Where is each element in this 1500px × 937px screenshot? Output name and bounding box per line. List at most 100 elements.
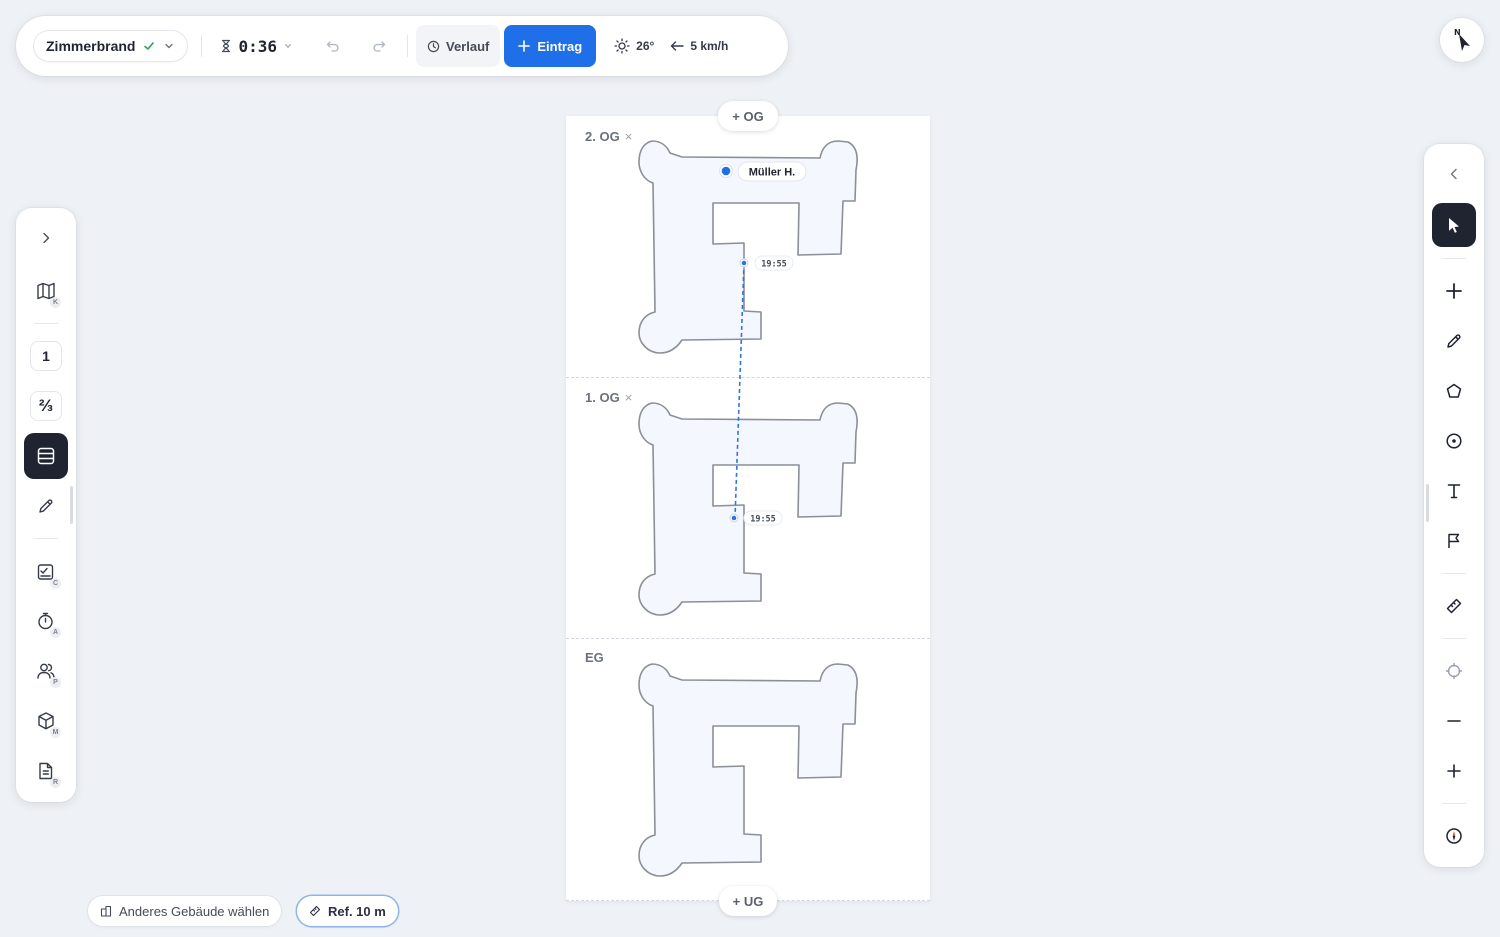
ruler-icon: [309, 905, 321, 917]
measure-tool-button[interactable]: [1432, 584, 1476, 628]
waypoint-marker-upper[interactable]: 19:55: [739, 255, 794, 271]
view-split-label: ⅔: [31, 392, 61, 420]
chevron-left-icon: [1450, 168, 1457, 180]
wind-arrow-icon: [670, 40, 685, 52]
view-single-label: 1: [31, 342, 61, 370]
polygon-icon: [1446, 383, 1462, 398]
reference-scale-button[interactable]: Ref. 10 m: [297, 896, 398, 926]
wind-value: 5 km/h: [690, 39, 729, 53]
plus-icon: [518, 40, 531, 52]
waypoint-time: 19:55: [761, 260, 787, 270]
top-toolbar: Zimmerbrand 0:36 Verlauf Eintrag 26° 5 k…: [16, 16, 788, 76]
crosshair-icon: [1445, 662, 1463, 680]
hourglass-icon: [220, 39, 232, 53]
sun-icon: [614, 38, 630, 54]
history-label: Verlauf: [446, 38, 490, 54]
right-toolbar: [1424, 144, 1484, 867]
check-icon: [143, 40, 155, 52]
person-name: Müller H.: [749, 167, 795, 179]
zoom-in-button[interactable]: [1432, 749, 1476, 793]
toolbar-divider: [1442, 573, 1466, 574]
checklist-button[interactable]: C: [26, 552, 66, 592]
chevron-right-icon: [43, 232, 50, 244]
shortcut-badge: K: [50, 297, 61, 308]
toolbar-divider: [201, 35, 203, 57]
building-outline-1og[interactable]: [638, 402, 858, 616]
entry-label: Eintrag: [537, 38, 583, 54]
floor-plan-drawing[interactable]: Müller H. 19:55 19:55: [566, 116, 930, 901]
report-button[interactable]: R: [26, 751, 66, 791]
material-button[interactable]: M: [26, 701, 66, 741]
undo-icon: [326, 41, 339, 52]
timers-button[interactable]: A: [26, 601, 66, 641]
plus-icon: [1447, 764, 1461, 778]
timer-value: 0:36: [238, 36, 277, 56]
pencil-icon: [39, 499, 53, 513]
flag-icon: [1448, 533, 1460, 548]
weather-info[interactable]: 26° 5 km/h: [614, 38, 728, 54]
add-entry-button[interactable]: Eintrag: [504, 25, 597, 67]
locate-button[interactable]: [1432, 649, 1476, 693]
change-building-label: Anderes Gebäude wählen: [119, 903, 270, 919]
shortcut-badge: R: [50, 777, 61, 788]
add-floor-above-button[interactable]: + OG: [718, 101, 778, 131]
sidebar-scroll-handle[interactable]: [70, 486, 73, 524]
view-single-floor-button[interactable]: 1: [26, 336, 66, 376]
plus-icon: [1446, 283, 1462, 299]
add-symbol-button[interactable]: [1432, 269, 1476, 313]
sidebar-divider: [34, 323, 58, 324]
undo-button[interactable]: [319, 32, 347, 60]
shortcut-badge: P: [50, 677, 61, 688]
history-button[interactable]: Verlauf: [416, 25, 501, 67]
north-arrow-icon: N: [1454, 28, 1470, 51]
circle-tool-button[interactable]: [1432, 419, 1476, 463]
reference-scale-label: Ref. 10 m: [328, 903, 386, 919]
add-floor-below-button[interactable]: + UG: [719, 886, 777, 916]
toolbar-divider: [407, 35, 408, 57]
mission-timer[interactable]: 0:36: [220, 37, 293, 56]
minus-icon: [1447, 720, 1461, 722]
layers-icon: [37, 447, 55, 465]
persons-button[interactable]: P: [26, 651, 66, 691]
freehand-tool-button[interactable]: [1432, 319, 1476, 363]
floor-plan-sheet[interactable]: 2. OG × 1. OG × EG Müller H. 19:55 19:55: [566, 116, 930, 901]
compass-icon: [1446, 828, 1462, 844]
toolbar-divider: [1442, 258, 1466, 259]
expand-sidebar-button[interactable]: [26, 218, 66, 258]
redo-button[interactable]: [365, 32, 393, 60]
toolbar-scroll-handle[interactable]: [1426, 484, 1429, 522]
map-button[interactable]: K: [26, 271, 66, 311]
change-building-button[interactable]: Anderes Gebäude wählen: [88, 896, 282, 926]
circle-icon: [1446, 433, 1462, 449]
compass-button[interactable]: N: [1440, 18, 1484, 62]
add-floor-above-label: + OG: [732, 108, 764, 124]
building-icon: [100, 905, 112, 917]
flag-tool-button[interactable]: [1432, 519, 1476, 563]
redo-icon: [373, 41, 386, 52]
reset-north-button[interactable]: [1432, 814, 1476, 858]
chevron-down-icon: [283, 41, 293, 51]
zoom-out-button[interactable]: [1432, 699, 1476, 743]
chevron-down-icon: [163, 40, 175, 52]
scenario-selector[interactable]: Zimmerbrand: [34, 31, 187, 61]
shortcut-badge: A: [50, 627, 61, 638]
text-icon: [1447, 484, 1461, 499]
text-tool-button[interactable]: [1432, 469, 1476, 513]
cursor-icon: [1449, 218, 1459, 233]
collapse-toolbar-button[interactable]: [1432, 152, 1476, 196]
draw-button[interactable]: [26, 486, 66, 526]
view-stacked-button[interactable]: [24, 433, 68, 479]
left-sidebar: K 1 ⅔ C A P M R: [16, 208, 76, 802]
add-floor-below-label: + UG: [732, 893, 764, 909]
toolbar-divider: [1442, 638, 1466, 639]
clock-icon: [427, 40, 440, 53]
temperature-value: 26°: [636, 39, 655, 53]
waypoint-time: 19:55: [750, 515, 776, 525]
building-outline-eg[interactable]: [638, 663, 858, 877]
polygon-tool-button[interactable]: [1432, 369, 1476, 413]
toolbar-divider: [1442, 803, 1466, 804]
ruler-icon: [1446, 598, 1462, 614]
select-tool-button[interactable]: [1432, 203, 1476, 247]
shortcut-badge: M: [50, 727, 61, 738]
view-split-button[interactable]: ⅔: [26, 386, 66, 426]
